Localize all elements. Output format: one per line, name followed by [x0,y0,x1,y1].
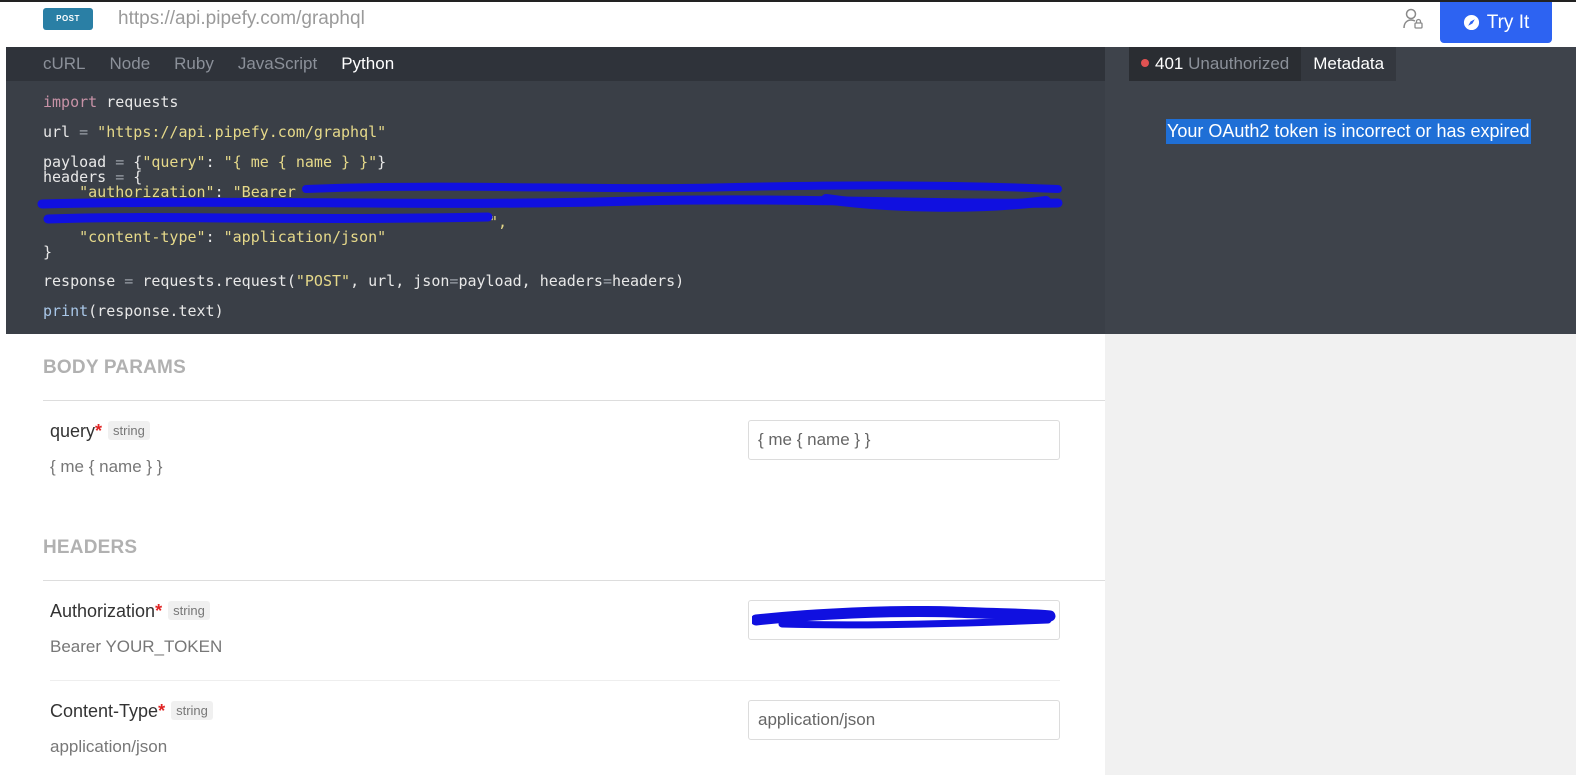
headers-title: HEADERS [43,537,138,558]
code-sample-panel: cURL Node Ruby JavaScript Python import … [6,47,1105,334]
status-code: 401 [1155,54,1184,73]
param-content-type-description: application/json [50,737,168,756]
type-badge: string [108,421,150,440]
code-line-url: url = "https://api.pipefy.com/graphql" [43,123,387,141]
type-badge: string [171,701,213,720]
tab-status[interactable]: 401 Unauthorized [1129,47,1302,81]
endpoint-url: https://api.pipefy.com/graphql [118,8,365,29]
divider [43,400,1105,401]
param-query-description: { me { name } } [50,457,163,476]
body-params-title: BODY PARAMS [43,357,186,378]
param-content-type-name: Content-Type* string [50,701,213,722]
divider [43,580,1105,581]
tab-metadata[interactable]: Metadata [1301,47,1397,81]
try-it-button[interactable]: Try It [1440,2,1552,43]
content-type-input[interactable] [748,700,1060,740]
response-message: Your OAuth2 token is incorrect or has ex… [1166,119,1531,144]
response-tabs: 401 Unauthorized Metadata [1129,47,1397,81]
method-badge: POST [43,8,93,30]
try-it-label: Try It [1486,11,1530,33]
response-panel: 401 Unauthorized Metadata Your OAuth2 to… [1105,47,1576,334]
top-bar: POST https://api.pipefy.com/graphql Try … [0,0,1576,46]
tab-javascript[interactable]: JavaScript [238,47,317,81]
code-line-content-type: "content-type": "application/json" [43,228,387,246]
tab-python[interactable]: Python [341,47,394,81]
code-line-headers-close: } [43,243,53,261]
query-input[interactable] [748,420,1060,460]
code-line-import: import requests [43,93,179,111]
tab-node[interactable]: Node [110,47,151,81]
code-line-response: response = requests.request("POST", url,… [43,272,685,290]
param-authorization-description: Bearer YOUR_TOKEN [50,637,223,656]
param-query-name: query* string [50,421,150,442]
compass-icon [1463,14,1479,31]
type-badge: string [168,601,210,620]
token-redaction-scribble [37,181,1063,224]
authorization-redaction-scribble [752,606,1056,629]
tab-ruby[interactable]: Ruby [174,47,214,81]
right-sidebar-area [1105,334,1576,775]
status-text: Unauthorized [1188,54,1290,73]
user-lock-icon[interactable] [1402,8,1424,30]
status-dot-icon [1141,58,1149,67]
param-authorization-name: Authorization* string [50,601,210,622]
tab-curl[interactable]: cURL [43,47,86,81]
code-line-print: print(response.text) [43,302,224,320]
language-tabs: cURL Node Ruby JavaScript Python [6,47,1105,81]
divider [50,680,1060,681]
